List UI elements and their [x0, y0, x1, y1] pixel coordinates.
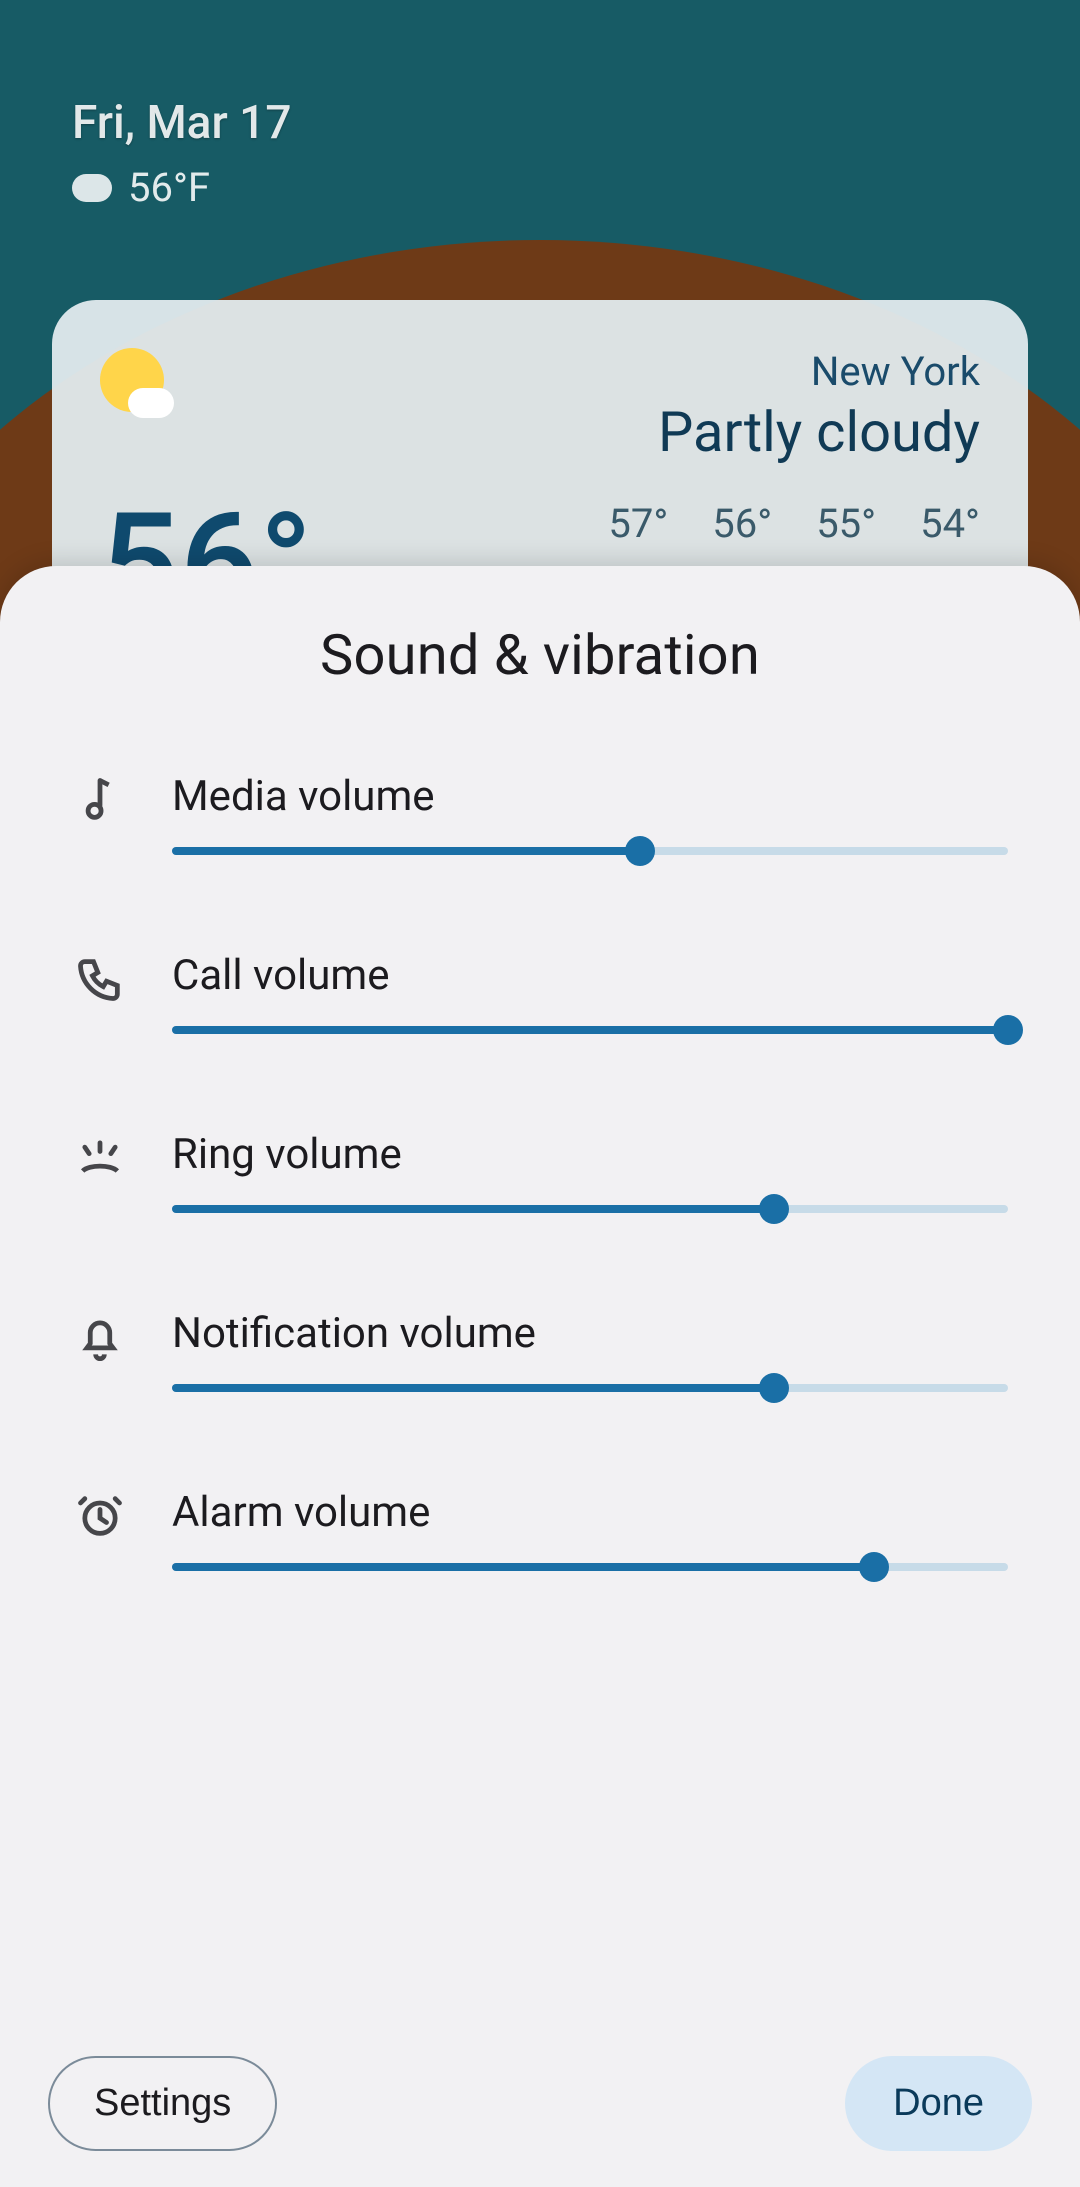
forecast-3: 54°	[920, 500, 980, 547]
notification-volume-slider[interactable]	[172, 1384, 1008, 1392]
forecast-0: 57°	[608, 500, 668, 547]
media-volume-row: Media volume	[72, 772, 1008, 855]
notification-volume-row: Notification volume	[72, 1309, 1008, 1392]
home-date: Fri, Mar 17	[72, 96, 291, 150]
cloud-icon	[72, 174, 112, 202]
slider-label: Media volume	[172, 772, 1008, 821]
music-note-icon	[72, 772, 128, 828]
weather-city: New York	[658, 348, 980, 395]
slider-label: Ring volume	[172, 1130, 1008, 1179]
slider-label: Alarm volume	[172, 1488, 1008, 1537]
weather-condition: Partly cloudy	[658, 399, 980, 465]
bell-icon	[72, 1309, 128, 1365]
forecast-2: 55°	[816, 500, 876, 547]
forecast-1: 56°	[712, 500, 772, 547]
home-temp: 56°F	[128, 164, 210, 211]
alarm-volume-row: Alarm volume	[72, 1488, 1008, 1571]
media-volume-slider[interactable]	[172, 847, 1008, 855]
alarm-icon	[72, 1488, 128, 1544]
weather-forecast: 57° 56° 55° 54°	[608, 500, 980, 547]
alarm-volume-slider[interactable]	[172, 1563, 1008, 1571]
sheet-title: Sound & vibration	[0, 622, 1080, 688]
ring-volume-row: Ring volume	[72, 1130, 1008, 1213]
sound-vibration-sheet: Sound & vibration Media volume Call volu…	[0, 566, 1080, 2187]
home-weather-inline: 56°F	[72, 164, 210, 211]
settings-button[interactable]: Settings	[48, 2056, 277, 2151]
call-volume-slider[interactable]	[172, 1026, 1008, 1034]
partly-cloudy-icon	[100, 348, 164, 412]
slider-label: Call volume	[172, 951, 1008, 1000]
slider-list: Media volume Call volume	[0, 772, 1080, 1571]
ring-volume-slider[interactable]	[172, 1205, 1008, 1213]
done-button[interactable]: Done	[845, 2056, 1032, 2151]
phone-icon	[72, 951, 128, 1007]
call-volume-row: Call volume	[72, 951, 1008, 1034]
ring-icon	[72, 1130, 128, 1186]
slider-label: Notification volume	[172, 1309, 1008, 1358]
